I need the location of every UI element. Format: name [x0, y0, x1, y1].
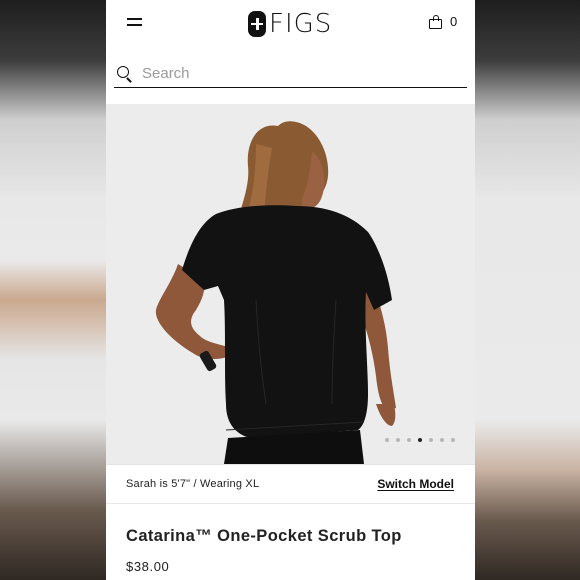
- product-price: $38.00: [126, 559, 170, 574]
- product-title: Catarina™ One-Pocket Scrub Top: [126, 527, 402, 545]
- model-size-info: Sarah is 5'7" / Wearing XL: [126, 478, 260, 490]
- cart-button[interactable]: 0: [429, 15, 457, 29]
- cart-count: 0: [450, 14, 458, 29]
- carousel-dot-active[interactable]: [418, 438, 422, 442]
- carousel-dot[interactable]: [429, 438, 433, 442]
- product-image[interactable]: [106, 104, 475, 464]
- model-info-row: Sarah is 5'7" / Wearing XL Switch Model: [106, 464, 475, 504]
- top-header: FIGS 0: [106, 0, 475, 48]
- mobile-page: FIGS 0 Search Sarah is 5'7" / Wearing XL…: [106, 0, 475, 580]
- model-photo: [106, 104, 475, 464]
- switch-model-link[interactable]: Switch Model: [377, 477, 454, 491]
- background-blur-left: [0, 0, 106, 580]
- shopping-bag-icon: [429, 15, 443, 29]
- hamburger-menu-icon[interactable]: [127, 17, 142, 28]
- carousel-dot[interactable]: [407, 438, 411, 442]
- search-input[interactable]: [142, 65, 442, 82]
- logo-cross-icon: [248, 11, 266, 37]
- brand-logo[interactable]: FIGS: [248, 9, 332, 39]
- carousel-dots: [385, 438, 455, 442]
- carousel-dot[interactable]: [396, 438, 400, 442]
- logo-text: FIGS: [269, 9, 333, 39]
- search-icon[interactable]: [117, 65, 133, 83]
- carousel-dot[interactable]: [440, 438, 444, 442]
- search-bar[interactable]: [114, 60, 467, 88]
- carousel-dot[interactable]: [451, 438, 455, 442]
- background-blur-right: [474, 0, 580, 580]
- carousel-dot[interactable]: [385, 438, 389, 442]
